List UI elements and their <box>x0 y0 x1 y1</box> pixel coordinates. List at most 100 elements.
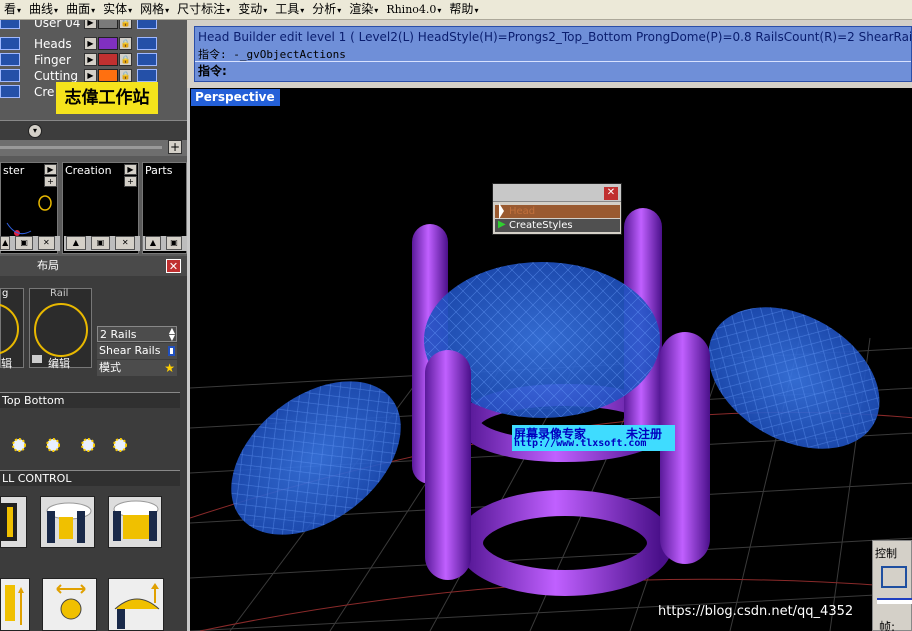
add-icon[interactable]: + <box>168 140 182 154</box>
menu-item-solid[interactable]: 实体 <box>99 0 136 20</box>
close-icon[interactable]: ✕ <box>166 259 181 273</box>
layer-row[interactable]: Finger ▶ 🔒 <box>0 52 157 67</box>
layer-visibility-icon[interactable]: ▶ <box>84 69 97 82</box>
thumb-panel-label: Parts <box>145 164 173 177</box>
layer-color-swatch[interactable] <box>98 37 118 50</box>
section-title: Top Bottom <box>2 394 65 407</box>
prong-style-icon[interactable] <box>8 434 30 456</box>
menu-item-transform[interactable]: 变动 <box>234 0 271 20</box>
toggle-icon[interactable] <box>168 346 175 356</box>
save-icon[interactable]: ▣ <box>15 236 33 250</box>
left-gem <box>231 381 401 535</box>
layer-name: Finger <box>34 52 71 67</box>
shear-rails-toggle[interactable]: Shear Rails <box>97 343 177 359</box>
collapse-icon[interactable]: ▾ <box>28 124 42 138</box>
layer-name: Cutting <box>34 68 78 83</box>
mouse-cursor-icon <box>499 203 504 219</box>
layer-lock-icon[interactable]: 🔒 <box>119 53 132 66</box>
edit-label: 编辑 <box>48 357 70 370</box>
layer-toggle[interactable] <box>0 85 20 98</box>
horizontal-scrollbar[interactable] <box>0 140 187 156</box>
layout-panel-header: 布局 ✕ <box>0 256 187 276</box>
layer-toggle[interactable] <box>0 20 20 29</box>
watermark-url: http://www.tlxsoft.com <box>514 438 647 449</box>
playback-button[interactable] <box>881 566 907 588</box>
menu-item-render[interactable]: 渲染 <box>345 0 382 20</box>
ring-option-rail[interactable]: Rail 编辑 <box>29 288 92 370</box>
layer-visibility-icon[interactable]: ▶ <box>84 37 97 50</box>
ring-option-left[interactable]: g 辑 <box>0 288 24 370</box>
layer-visibility-icon[interactable]: ▶ <box>84 53 97 66</box>
layer-visibility-icon[interactable]: ▶ <box>84 20 97 29</box>
ring-option-label: Rail <box>50 288 69 299</box>
mode-label: 模式 <box>99 361 121 374</box>
head-preview-icon <box>1 503 17 541</box>
thumb-panel-label: ster <box>3 164 25 177</box>
prong-style-icon[interactable] <box>42 434 64 456</box>
timeline-slider[interactable] <box>877 598 912 604</box>
viewport-title[interactable]: Perspective <box>191 89 280 106</box>
layer-color-swatch[interactable] <box>98 20 118 29</box>
setting-thumb-button[interactable] <box>40 496 95 548</box>
play-icon[interactable]: ▶ <box>124 164 137 175</box>
save-icon[interactable]: ▣ <box>90 236 111 250</box>
layer-toggle[interactable] <box>137 37 157 50</box>
layer-toggle[interactable] <box>0 37 20 50</box>
popup-item-createstyles[interactable]: CreateStyles <box>495 219 620 232</box>
edit-label: 辑 <box>1 357 12 370</box>
tool-thumb-button[interactable] <box>0 578 30 631</box>
command-history[interactable]: Head Builder edit level 1 ( Level2(L) He… <box>194 26 912 82</box>
layer-toggle[interactable] <box>137 53 157 66</box>
play-icon[interactable]: ▶ <box>44 164 57 175</box>
setting-thumb-button[interactable] <box>108 496 162 548</box>
layer-lock-icon[interactable]: 🔒 <box>119 37 132 50</box>
left-panel: User 04 ▶ 🔒 Heads ▶ 🔒 Finger ▶ 🔒 Cutting… <box>0 20 187 631</box>
close-icon[interactable]: ✕ <box>604 187 618 200</box>
menu-item-rhino4[interactable]: Rhino4.0 <box>382 0 445 20</box>
prong-style-icon[interactable] <box>109 434 131 456</box>
prong-style-icon[interactable] <box>77 434 99 456</box>
scrollbar-track[interactable] <box>0 146 162 149</box>
rails-count-select[interactable]: 2 Rails ▲ ▼ <box>97 326 177 342</box>
up-icon[interactable]: ▲ <box>145 236 161 250</box>
up-icon[interactable]: ▲ <box>66 236 86 250</box>
layer-color-swatch[interactable] <box>98 69 118 82</box>
perspective-viewport[interactable] <box>187 88 912 631</box>
menu-item-help[interactable]: 帮助 <box>445 0 482 20</box>
command-history-line: Head Builder edit level 1 ( Level2(L) He… <box>198 30 912 44</box>
layer-toggle[interactable] <box>0 53 20 66</box>
menu-item-dimension[interactable]: 尺寸标注 <box>173 0 234 20</box>
layer-row[interactable]: Heads ▶ 🔒 <box>0 36 157 51</box>
close-icon[interactable]: ✕ <box>115 236 136 250</box>
tool-thumb-button[interactable] <box>42 578 97 631</box>
layer-row[interactable]: User 04 ▶ 🔒 <box>0 20 157 30</box>
popup-item-head[interactable]: Head <box>495 205 620 218</box>
save-icon[interactable]: ▣ <box>166 236 182 250</box>
setting-thumb-button[interactable] <box>0 496 27 548</box>
layer-toggle[interactable] <box>137 69 157 82</box>
add-icon[interactable]: + <box>124 176 137 187</box>
menu-item-analyze[interactable]: 分析 <box>308 0 345 20</box>
up-icon[interactable]: ▲ <box>0 236 11 250</box>
close-icon[interactable]: ✕ <box>37 236 56 250</box>
resize-tool-icon <box>5 585 24 625</box>
section-header-control: LL CONTROL <box>0 470 180 486</box>
menu-item-surface[interactable]: 曲面 <box>62 0 99 20</box>
layer-row[interactable]: Cutting ▶ 🔒 <box>0 68 157 83</box>
ring-icon <box>0 303 19 355</box>
rails-count-value: 2 Rails <box>100 328 137 341</box>
layer-lock-icon[interactable]: 🔒 <box>119 69 132 82</box>
menu-item-view[interactable]: 看 <box>0 0 25 20</box>
layer-toggle[interactable] <box>137 20 157 29</box>
menu-item-mesh[interactable]: 网格 <box>136 0 173 20</box>
layer-lock-icon[interactable]: 🔒 <box>119 20 132 29</box>
menu-item-curve[interactable]: 曲线 <box>25 0 62 20</box>
popup-titlebar[interactable] <box>493 184 621 202</box>
command-prompt[interactable]: 指令: <box>195 61 911 78</box>
layer-color-swatch[interactable] <box>98 53 118 66</box>
tool-thumb-button[interactable] <box>108 578 164 631</box>
layer-toggle[interactable] <box>0 69 20 82</box>
spinner-icon[interactable]: ▲ ▼ <box>169 327 175 342</box>
menu-item-tools[interactable]: 工具 <box>271 0 308 20</box>
mode-button[interactable]: 模式 ★ <box>97 360 177 376</box>
